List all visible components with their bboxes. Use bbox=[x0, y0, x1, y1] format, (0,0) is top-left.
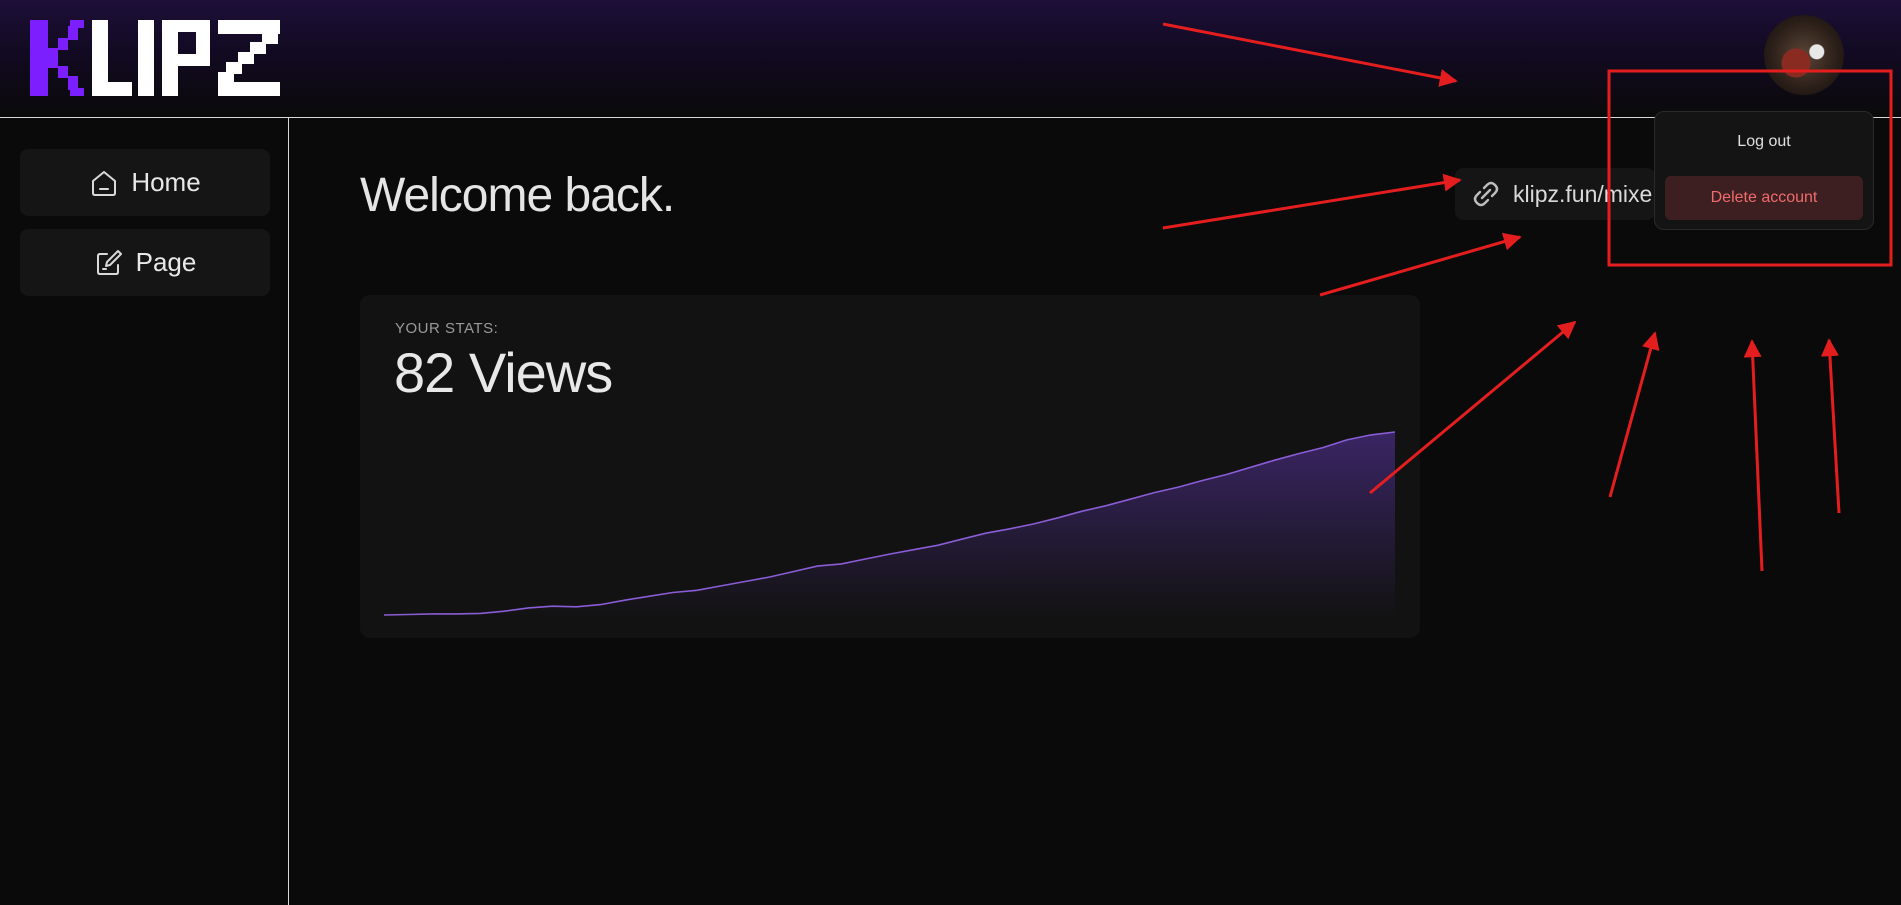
link-icon bbox=[1473, 181, 1499, 207]
account-dropdown-menu: Log out Delete account bbox=[1654, 111, 1874, 230]
top-bar bbox=[0, 0, 1901, 118]
annotation-arrow bbox=[1162, 173, 1462, 230]
page-title: Welcome back. bbox=[360, 169, 675, 222]
annotation-arrow bbox=[1743, 339, 1764, 572]
annotation-arrow bbox=[1608, 331, 1660, 498]
profile-link-text: klipz.fun/mixe bbox=[1513, 180, 1653, 207]
delete-account-button[interactable]: Delete account bbox=[1665, 176, 1863, 220]
profile-link-chip[interactable]: klipz.fun/mixe bbox=[1455, 168, 1655, 220]
views-chart bbox=[383, 431, 1396, 618]
logout-button[interactable]: Log out bbox=[1665, 124, 1863, 160]
sidebar: Home Page bbox=[0, 118, 289, 905]
user-avatar[interactable] bbox=[1764, 15, 1844, 95]
sidebar-item-page[interactable]: Page bbox=[20, 229, 270, 296]
annotation-arrow bbox=[1319, 232, 1522, 297]
chart-area-fill bbox=[384, 432, 1395, 618]
sidebar-item-label: Home bbox=[131, 167, 201, 197]
sidebar-item-label: Page bbox=[135, 247, 197, 277]
klipz-logo[interactable] bbox=[30, 20, 285, 96]
home-icon bbox=[92, 170, 117, 196]
sidebar-item-home[interactable]: Home bbox=[20, 149, 270, 216]
annotation-arrow bbox=[1820, 338, 1841, 514]
stats-card: YOUR STATS: 82 Views bbox=[360, 295, 1420, 638]
edit-page-icon bbox=[96, 249, 122, 275]
